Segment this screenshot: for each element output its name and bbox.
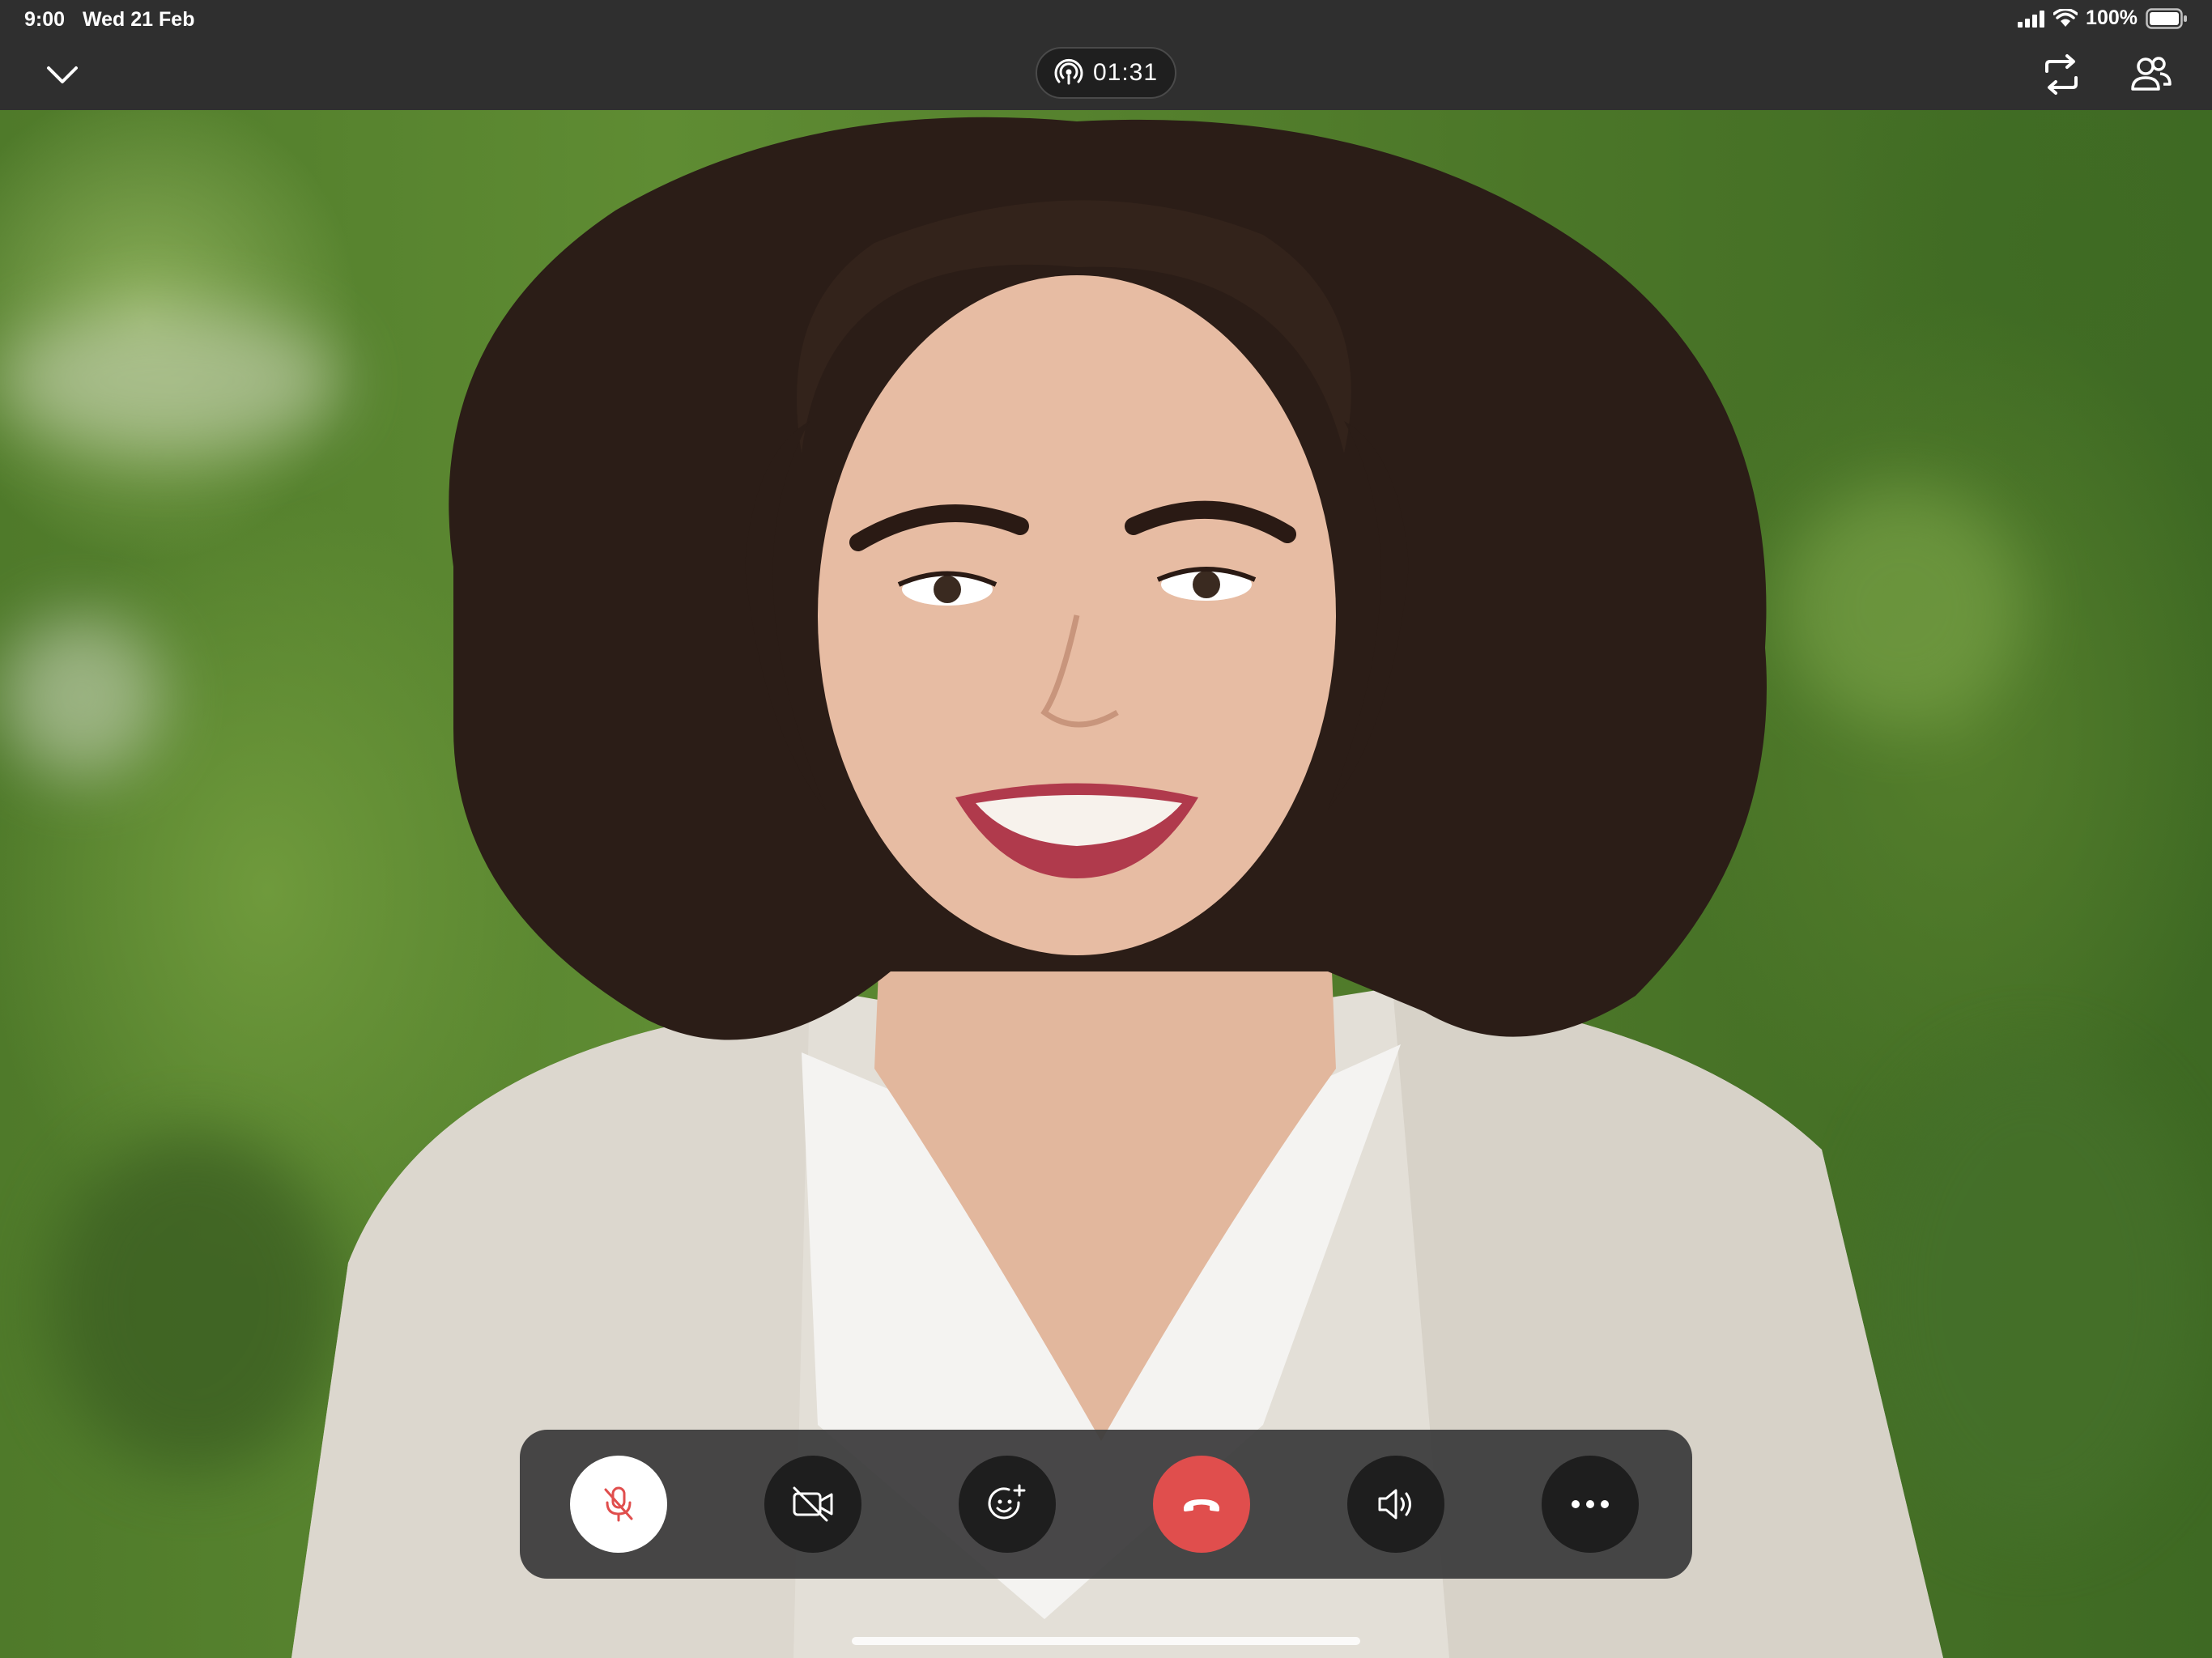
call-duration: 01:31 [1092,59,1159,86]
speaker-icon [1378,1489,1411,1520]
broadcast-icon [1054,58,1083,85]
home-indicator[interactable] [852,1637,1360,1645]
minimize-call-button[interactable] [40,57,84,92]
more-icon [1572,1500,1609,1508]
hang-up-icon [1184,1499,1219,1511]
signal-icon [2018,10,2045,28]
call-timer: 01:31 [1036,47,1176,99]
call-controls [520,1430,1692,1579]
participant-video [291,117,1943,1658]
participants-button[interactable] [2128,53,2173,96]
wifi-icon [2053,8,2078,27]
end-call-button[interactable] [1153,1456,1250,1553]
speaker-button[interactable] [1347,1456,1444,1553]
battery-icon [2146,7,2187,29]
chevron-down-icon [47,66,78,83]
reactions-button[interactable] [959,1456,1056,1553]
video-off-icon [793,1486,833,1522]
battery-percentage: 100% [2086,6,2138,29]
status-bar: 9:00 Wed 21 Feb 100% [0,0,2212,40]
more-options-button[interactable] [1542,1456,1639,1553]
switch-camera-icon [2045,54,2078,95]
participants-icon [2131,57,2172,91]
status-time: 9:00 [24,8,66,31]
switch-camera-button[interactable] [2039,53,2084,96]
remote-video-feed [0,0,2212,1658]
mute-button[interactable] [570,1456,667,1553]
status-date: Wed 21 Feb [83,8,195,31]
microphone-muted-icon [604,1486,633,1522]
status-indicators: 100% [2018,6,2188,30]
video-button[interactable] [764,1456,861,1553]
emoji-add-icon [988,1484,1026,1520]
